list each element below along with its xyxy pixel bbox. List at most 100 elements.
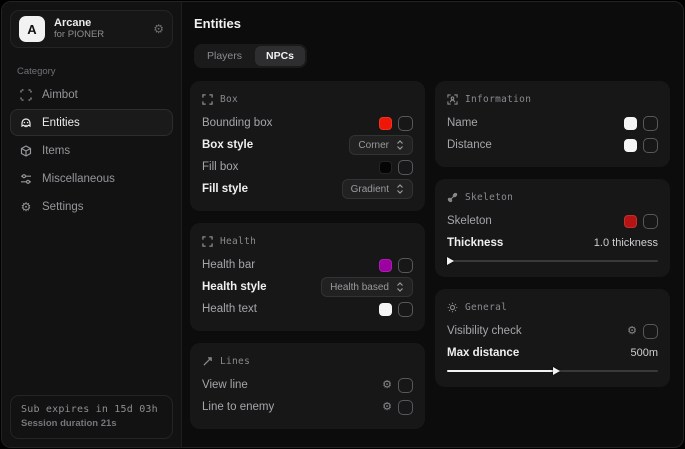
- setting-row-fill-style: Fill style Gradient: [202, 178, 413, 200]
- visibility-check-checkbox[interactable]: [643, 324, 658, 339]
- page-title: Entities: [194, 16, 670, 31]
- sidebar-item-label: Miscellaneous: [42, 173, 115, 185]
- main-panel: Entities Players NPCs Box: [182, 2, 683, 447]
- app-window: A Arcane for PIONER ⚙ Category Aimbot: [1, 1, 684, 448]
- card-title: General: [465, 302, 507, 313]
- setting-row-name: Name: [447, 112, 658, 134]
- sidebar-nav: Aimbot Entities Items: [2, 81, 181, 220]
- color-swatch[interactable]: [624, 139, 637, 152]
- sidebar-item-label: Settings: [42, 201, 84, 213]
- sub-expires-text: Sub expires in 15d 03h: [21, 404, 162, 415]
- tab-npcs[interactable]: NPCs: [255, 46, 305, 66]
- sun-icon: [447, 302, 458, 313]
- setting-label: Thickness: [447, 237, 594, 249]
- setting-label: Health text: [202, 303, 379, 315]
- box-card: Box Bounding box Box style Corner: [190, 81, 425, 211]
- sidebar-item-label: Items: [42, 145, 70, 157]
- tab-players[interactable]: Players: [196, 46, 253, 66]
- sliders-icon: [19, 173, 33, 185]
- setting-row-box-style: Box style Corner: [202, 134, 413, 156]
- card-title: Skeleton: [465, 192, 513, 203]
- scan-person-icon: [447, 94, 458, 105]
- header-settings-gear-icon[interactable]: ⚙: [153, 22, 164, 36]
- app-subtitle: for PIONER: [54, 30, 144, 41]
- setting-label: Max distance: [447, 347, 630, 359]
- skeleton-checkbox[interactable]: [643, 214, 658, 229]
- setting-label: Health bar: [202, 259, 379, 271]
- setting-row-max-distance: Max distance 500m: [447, 342, 658, 364]
- name-checkbox[interactable]: [643, 116, 658, 131]
- corner-brackets-icon: [202, 236, 213, 247]
- distance-checkbox[interactable]: [643, 138, 658, 153]
- setting-row-view-line: View line ⚙: [202, 374, 413, 396]
- health-bar-checkbox[interactable]: [398, 258, 413, 273]
- setting-label: Skeleton: [447, 215, 624, 227]
- select-value: Health based: [330, 282, 389, 293]
- sidebar-item-miscellaneous[interactable]: Miscellaneous: [10, 165, 173, 192]
- sidebar-item-label: Entities: [42, 117, 80, 129]
- sidebar-item-aimbot[interactable]: Aimbot: [10, 81, 173, 108]
- lines-card: Lines View line ⚙ Line to enemy ⚙: [190, 343, 425, 429]
- color-swatch[interactable]: [379, 303, 392, 316]
- subscription-card: Sub expires in 15d 03h Session duration …: [10, 395, 173, 439]
- card-title: Box: [220, 94, 238, 105]
- setting-row-health-text: Health text: [202, 298, 413, 320]
- color-swatch[interactable]: [379, 161, 392, 174]
- health-text-checkbox[interactable]: [398, 302, 413, 317]
- setting-label: View line: [202, 379, 382, 391]
- sidebar-item-label: Aimbot: [42, 89, 78, 101]
- setting-label: Bounding box: [202, 117, 379, 129]
- unfold-icon: [396, 184, 404, 194]
- session-duration-text: Session duration 21s: [21, 418, 162, 429]
- setting-row-health-bar: Health bar: [202, 254, 413, 276]
- line-to-enemy-checkbox[interactable]: [398, 400, 413, 415]
- slider-thumb[interactable]: [553, 367, 560, 375]
- box-style-select[interactable]: Corner: [349, 135, 413, 155]
- thickness-slider[interactable]: [447, 256, 658, 266]
- view-line-gear-icon[interactable]: ⚙: [382, 380, 392, 391]
- category-label: Category: [17, 66, 181, 77]
- entities-icon: [19, 117, 33, 129]
- information-card: Information Name Distance: [435, 81, 670, 167]
- card-title: Information: [465, 94, 531, 105]
- setting-label: Visibility check: [447, 325, 627, 337]
- color-swatch[interactable]: [624, 215, 637, 228]
- fill-box-checkbox[interactable]: [398, 160, 413, 175]
- fill-style-select[interactable]: Gradient: [342, 179, 413, 199]
- color-swatch[interactable]: [379, 259, 392, 272]
- health-style-select[interactable]: Health based: [321, 277, 413, 297]
- bone-icon: [447, 192, 458, 203]
- setting-row-line-to-enemy: Line to enemy ⚙: [202, 396, 413, 418]
- unfold-icon: [396, 140, 404, 150]
- setting-row-thickness: Thickness 1.0 thickness: [447, 232, 658, 254]
- line-to-enemy-gear-icon[interactable]: ⚙: [382, 402, 392, 413]
- select-value: Corner: [358, 140, 389, 151]
- view-line-checkbox[interactable]: [398, 378, 413, 393]
- setting-row-distance: Distance: [447, 134, 658, 156]
- setting-label: Fill style: [202, 183, 342, 195]
- sidebar-item-entities[interactable]: Entities: [10, 109, 173, 136]
- corner-brackets-icon: [202, 94, 213, 105]
- setting-label: Name: [447, 117, 624, 129]
- sidebar-item-settings[interactable]: ⚙ Settings: [10, 193, 173, 220]
- setting-row-bounding-box: Bounding box: [202, 112, 413, 134]
- line-icon: [202, 356, 213, 367]
- setting-label: Box style: [202, 139, 349, 151]
- setting-row-skeleton: Skeleton: [447, 210, 658, 232]
- slider-thumb[interactable]: [447, 257, 454, 265]
- sidebar-item-items[interactable]: Items: [10, 137, 173, 164]
- setting-row-health-style: Health style Health based: [202, 276, 413, 298]
- visibility-check-gear-icon[interactable]: ⚙: [627, 326, 637, 337]
- app-logo: A: [19, 16, 45, 42]
- color-swatch[interactable]: [624, 117, 637, 130]
- max-distance-slider[interactable]: [447, 366, 658, 376]
- app-title: Arcane: [54, 17, 144, 30]
- select-value: Gradient: [351, 184, 389, 195]
- color-swatch[interactable]: [379, 117, 392, 130]
- setting-label: Distance: [447, 139, 624, 151]
- max-distance-value: 500m: [630, 347, 658, 359]
- general-card: General Visibility check ⚙ Max distance …: [435, 289, 670, 387]
- bounding-box-checkbox[interactable]: [398, 116, 413, 131]
- health-card: Health Health bar Health style Health ba…: [190, 223, 425, 331]
- tab-bar: Players NPCs: [194, 44, 307, 68]
